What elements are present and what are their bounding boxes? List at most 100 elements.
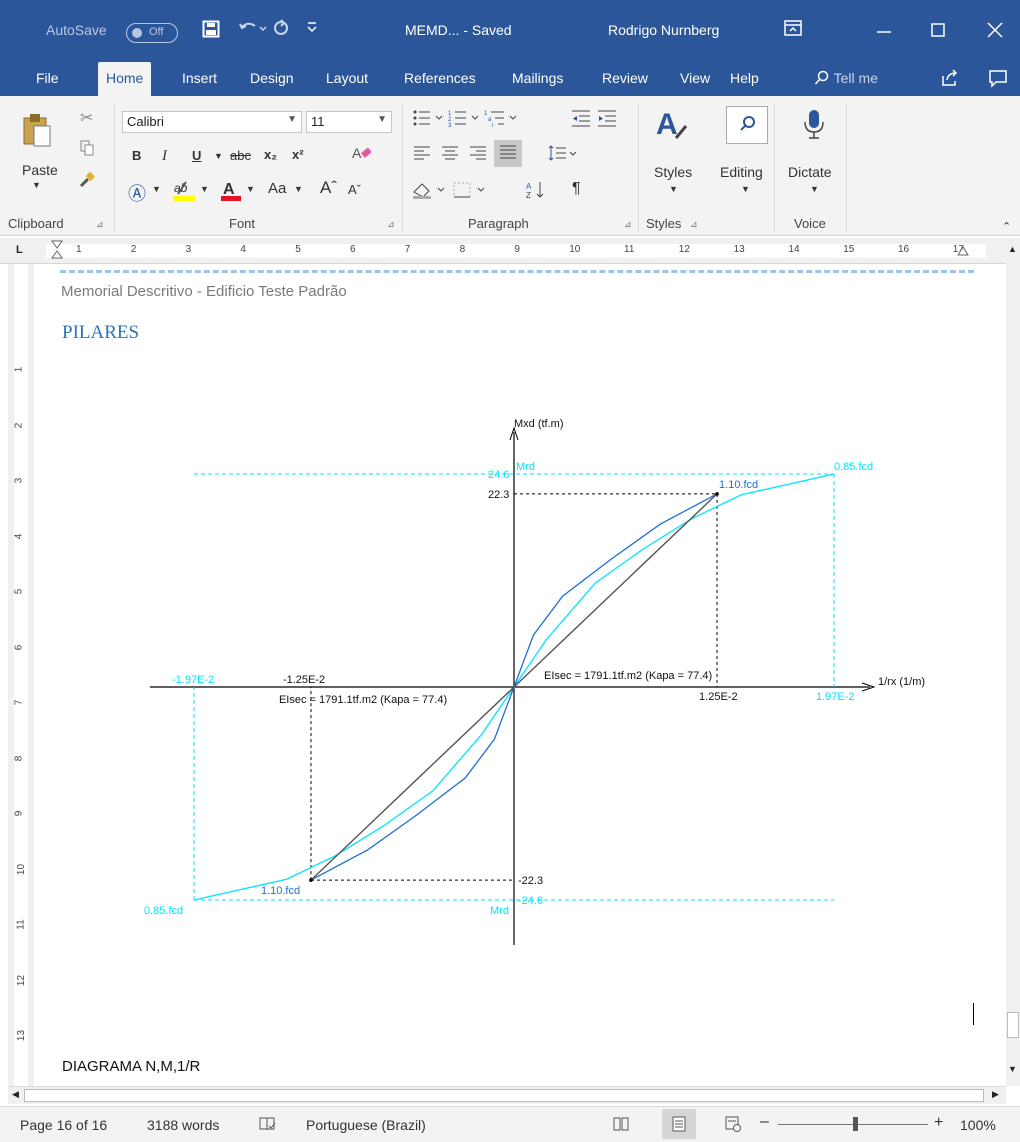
text-effects-dropdown-icon[interactable]: ▼: [152, 184, 161, 194]
scroll-left-icon[interactable]: ◀: [12, 1089, 19, 1100]
tell-me-search[interactable]: Tell me: [814, 70, 878, 86]
align-right-icon[interactable]: [468, 144, 488, 165]
dictate-button[interactable]: Dictate: [788, 164, 832, 180]
editing-icon[interactable]: [726, 106, 768, 144]
justify-icon[interactable]: [494, 140, 522, 167]
highlight-icon[interactable]: ab: [172, 178, 196, 205]
cut-icon[interactable]: ✂: [80, 108, 93, 128]
collapse-ribbon-icon[interactable]: ⌃: [1002, 220, 1011, 233]
copy-icon[interactable]: [80, 140, 94, 159]
maximize-icon[interactable]: [930, 22, 946, 43]
document-header[interactable]: Memorial Descritivo - Edificio Teste Pad…: [61, 283, 347, 300]
right-indent-marker-icon[interactable]: [957, 244, 969, 259]
redo-icon[interactable]: [272, 19, 290, 40]
text-effects-icon[interactable]: Ⓐ: [128, 180, 146, 206]
paste-button[interactable]: Paste: [22, 162, 58, 178]
vertical-scroll-thumb[interactable]: [1007, 1012, 1019, 1038]
align-center-icon[interactable]: [440, 144, 460, 165]
strikethrough-button[interactable]: abc: [230, 148, 251, 163]
vertical-ruler[interactable]: 1234567891011121314: [8, 264, 34, 1097]
grow-font-icon[interactable]: Aˆ: [320, 178, 337, 198]
scroll-right-icon[interactable]: ▶: [992, 1089, 999, 1100]
align-left-icon[interactable]: [412, 144, 432, 165]
subscript-button[interactable]: x₂: [264, 147, 277, 162]
font-name-combo[interactable]: Calibri ▼: [122, 111, 302, 133]
format-painter-icon[interactable]: [78, 170, 96, 191]
highlight-dropdown-icon[interactable]: ▼: [200, 184, 209, 194]
styles-dropdown-icon[interactable]: ▼: [669, 184, 678, 194]
ruler-track[interactable]: 1 2 3 4 5 6 7 8 9 10 11 12 13 14 15 16 17: [46, 244, 986, 258]
line-spacing-icon[interactable]: [548, 144, 578, 165]
styles-icon[interactable]: A: [654, 106, 690, 147]
styles-launcher-icon[interactable]: ⊿: [690, 219, 698, 230]
read-mode-icon[interactable]: [612, 1115, 630, 1136]
tab-file[interactable]: File: [36, 70, 59, 86]
user-name[interactable]: Rodrigo Nurnberg: [608, 22, 719, 38]
print-layout-icon[interactable]: [662, 1109, 696, 1139]
page-count[interactable]: Page 16 of 16: [20, 1117, 107, 1133]
diagram-caption[interactable]: DIAGRAMA N,M,1/R: [62, 1058, 200, 1075]
scroll-down-icon[interactable]: ▼: [1008, 1064, 1017, 1074]
share-icon[interactable]: [940, 68, 960, 91]
tab-design[interactable]: Design: [250, 70, 294, 86]
zoom-out-button[interactable]: –: [760, 1113, 769, 1131]
editing-dropdown-icon[interactable]: ▼: [741, 184, 750, 194]
decrease-indent-icon[interactable]: [570, 108, 592, 131]
scroll-up-icon[interactable]: ▲: [1008, 244, 1017, 254]
quick-access-customize-icon[interactable]: [306, 17, 318, 38]
change-case-dropdown-icon[interactable]: ▼: [294, 184, 303, 194]
language-indicator[interactable]: Portuguese (Brazil): [306, 1117, 426, 1133]
font-launcher-icon[interactable]: ⊿: [387, 219, 395, 230]
indent-marker-icon[interactable]: [51, 240, 63, 263]
multilevel-list-icon[interactable]: 1ai: [484, 108, 524, 131]
save-icon[interactable]: [202, 20, 220, 41]
paste-dropdown-icon[interactable]: ▼: [32, 180, 41, 190]
tab-insert[interactable]: Insert: [182, 70, 217, 86]
tab-selector-icon[interactable]: L: [16, 244, 23, 256]
vertical-ruler-track[interactable]: 1234567891011121314: [13, 264, 28, 1097]
underline-dropdown-icon[interactable]: ▼: [214, 151, 223, 161]
shrink-font-icon[interactable]: Aˇ: [348, 182, 361, 197]
tab-layout[interactable]: Layout: [326, 70, 368, 86]
microphone-icon[interactable]: [802, 108, 826, 145]
font-color-dropdown-icon[interactable]: ▼: [246, 184, 255, 194]
paragraph-launcher-icon[interactable]: ⊿: [624, 219, 632, 230]
minimize-icon[interactable]: [876, 22, 892, 43]
proofing-icon[interactable]: [258, 1115, 276, 1136]
close-icon[interactable]: [986, 21, 1004, 44]
bold-button[interactable]: B: [132, 148, 141, 163]
ribbon-display-options-icon[interactable]: [784, 20, 802, 41]
zoom-slider-thumb[interactable]: [853, 1117, 858, 1131]
word-count[interactable]: 3188 words: [147, 1117, 219, 1133]
web-layout-icon[interactable]: [724, 1115, 742, 1136]
section-heading[interactable]: PILARES: [62, 322, 139, 344]
change-case-button[interactable]: Aa: [268, 180, 286, 197]
clipboard-launcher-icon[interactable]: ⊿: [96, 219, 104, 230]
horizontal-scroll-thumb[interactable]: [24, 1089, 984, 1102]
paste-icon[interactable]: [22, 112, 52, 151]
styles-button[interactable]: Styles: [654, 164, 692, 180]
tab-help[interactable]: Help: [730, 70, 759, 86]
tab-mailings[interactable]: Mailings: [512, 70, 563, 86]
increase-indent-icon[interactable]: [596, 108, 618, 131]
font-color-icon[interactable]: A: [220, 178, 242, 205]
tab-home[interactable]: Home: [98, 62, 152, 96]
tab-references[interactable]: References: [404, 70, 476, 86]
tab-review[interactable]: Review: [602, 70, 648, 86]
horizontal-ruler[interactable]: L 1 2 3 4 5 6 7 8 9 10 11 12 13 14 15 16 17: [0, 238, 1020, 264]
show-formatting-marks-icon[interactable]: ¶: [572, 180, 581, 198]
undo-icon[interactable]: [238, 19, 268, 40]
underline-button[interactable]: U: [192, 148, 201, 163]
autosave-toggle[interactable]: Off: [126, 23, 178, 43]
clear-formatting-icon[interactable]: A: [352, 144, 372, 165]
superscript-button[interactable]: x²: [292, 147, 304, 162]
vertical-scrollbar[interactable]: ▲ ▼: [1006, 238, 1020, 1086]
shading-icon[interactable]: [412, 180, 452, 203]
italic-button[interactable]: I: [162, 148, 167, 165]
zoom-level[interactable]: 100%: [960, 1117, 996, 1133]
sort-icon[interactable]: AZ: [526, 180, 546, 203]
numbering-icon[interactable]: 123: [448, 108, 488, 131]
zoom-in-button[interactable]: +: [934, 1114, 943, 1132]
horizontal-scrollbar[interactable]: ◀ ▶: [8, 1086, 1006, 1104]
font-size-combo[interactable]: 11 ▼: [306, 111, 392, 133]
